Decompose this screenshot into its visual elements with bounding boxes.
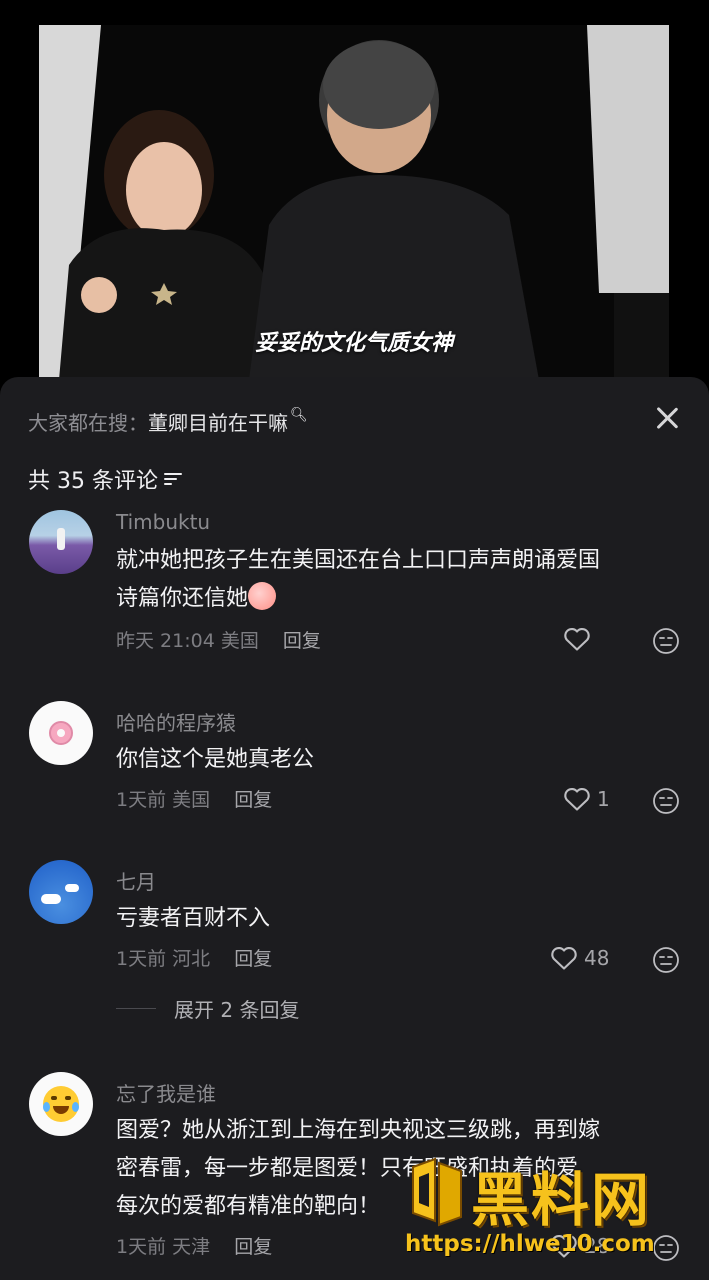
- comment-text: 就冲她把孩子生在美国还在台上口口声声朗诵爱国 诗篇你还信她: [116, 542, 676, 618]
- comment-meta: 1天前 天津 回复: [116, 1232, 272, 1259]
- watermark: 黑料网 https://hlwe10.com: [405, 1153, 705, 1273]
- comment-text: 你信这个是她真老公: [116, 747, 315, 772]
- like-button[interactable]: 1: [563, 786, 610, 812]
- sort-icon[interactable]: [163, 472, 182, 486]
- reply-button[interactable]: 回复: [234, 1236, 272, 1258]
- like-button[interactable]: 48: [550, 945, 609, 971]
- comment-text-line: 图爱？她从浙江到上海在到央视这三级跳，再到嫁: [116, 1118, 601, 1143]
- reply-button[interactable]: 回复: [234, 948, 272, 970]
- comment-time: 1天前: [116, 1236, 167, 1258]
- avatar[interactable]: [29, 860, 93, 924]
- comment-username[interactable]: 哈哈的程序猿: [116, 707, 236, 736]
- like-button[interactable]: [563, 626, 591, 652]
- comment-meta: 1天前 美国 回复: [116, 785, 272, 812]
- avatar[interactable]: [29, 510, 93, 574]
- like-count: 48: [584, 946, 610, 970]
- comment-username[interactable]: Timbuktu: [116, 510, 210, 534]
- watermark-title: 黑料网: [471, 1166, 652, 1234]
- comment-text-line: 就冲她把孩子生在美国还在台上口口声声朗诵爱国: [116, 548, 601, 573]
- comment-location: 河北: [172, 948, 211, 970]
- comment-meta: 昨天 21:04 美国 回复: [116, 626, 321, 653]
- expand-replies-label: 展开 2 条回复: [174, 998, 300, 1022]
- search-icon: 🔍︎: [290, 407, 308, 423]
- reply-button[interactable]: 回复: [283, 630, 321, 652]
- comment-time: 1天前: [116, 948, 167, 970]
- face-icon[interactable]: [652, 787, 680, 815]
- search-suggestion[interactable]: 大家都在搜：董卿目前在干嘛 🔍︎: [28, 407, 308, 436]
- face-icon[interactable]: [652, 627, 680, 655]
- search-keyword[interactable]: 董卿目前在干嘛: [148, 411, 288, 435]
- video-subtitle: 妥妥的文化气质女神: [254, 331, 453, 356]
- comment-username[interactable]: 七月: [116, 866, 156, 895]
- comment-location: 美国: [220, 630, 259, 652]
- comment-count-header: 共 35 条评论: [28, 463, 182, 495]
- comment-text-line: 诗篇你还信她: [116, 586, 249, 611]
- comment-location: 天津: [172, 1236, 211, 1258]
- heart-icon: [564, 628, 590, 651]
- expand-replies-button[interactable]: 展开 2 条回复: [116, 994, 299, 1023]
- heart-icon: [551, 947, 577, 970]
- watermark-url: https://hlwe10.com: [405, 1231, 655, 1257]
- comment-sheet: 大家都在搜：董卿目前在干嘛 🔍︎ 共 35 条评论 Timbuktu 就冲她把孩子…: [0, 377, 709, 1280]
- divider: [116, 1008, 156, 1009]
- comment-item: Timbuktu 就冲她把孩子生在美国还在台上口口声声朗诵爱国 诗篇你还信她 昨…: [0, 504, 709, 654]
- like-count: 1: [597, 787, 610, 811]
- reply-button[interactable]: 回复: [234, 789, 272, 811]
- search-prefix: 大家都在搜：: [28, 411, 148, 435]
- video-player[interactable]: 妥妥的文化气质女神: [39, 25, 669, 380]
- comment-time: 1天前: [116, 789, 167, 811]
- watermark-logo-icon: [412, 1157, 462, 1227]
- close-icon[interactable]: [652, 403, 682, 433]
- avatar[interactable]: [29, 701, 93, 765]
- comment-time: 昨天 21:04: [116, 630, 215, 652]
- comment-username[interactable]: 忘了我是谁: [116, 1078, 216, 1107]
- face-icon[interactable]: [652, 946, 680, 974]
- heart-icon: [564, 788, 590, 811]
- comment-text: 亏妻者百财不入: [116, 906, 271, 931]
- peach-emoji-icon: [248, 582, 277, 610]
- comment-item: 七月 亏妻者百财不入 1天前 河北 回复 48 展开 2 条回复: [0, 860, 709, 1030]
- avatar[interactable]: [29, 1072, 93, 1136]
- comment-count: 共 35 条评论: [28, 469, 158, 494]
- comment-meta: 1天前 河北 回复: [116, 944, 272, 971]
- comment-item: 哈哈的程序猿 你信这个是她真老公 1天前 美国 回复 1: [0, 701, 709, 821]
- comment-location: 美国: [172, 789, 211, 811]
